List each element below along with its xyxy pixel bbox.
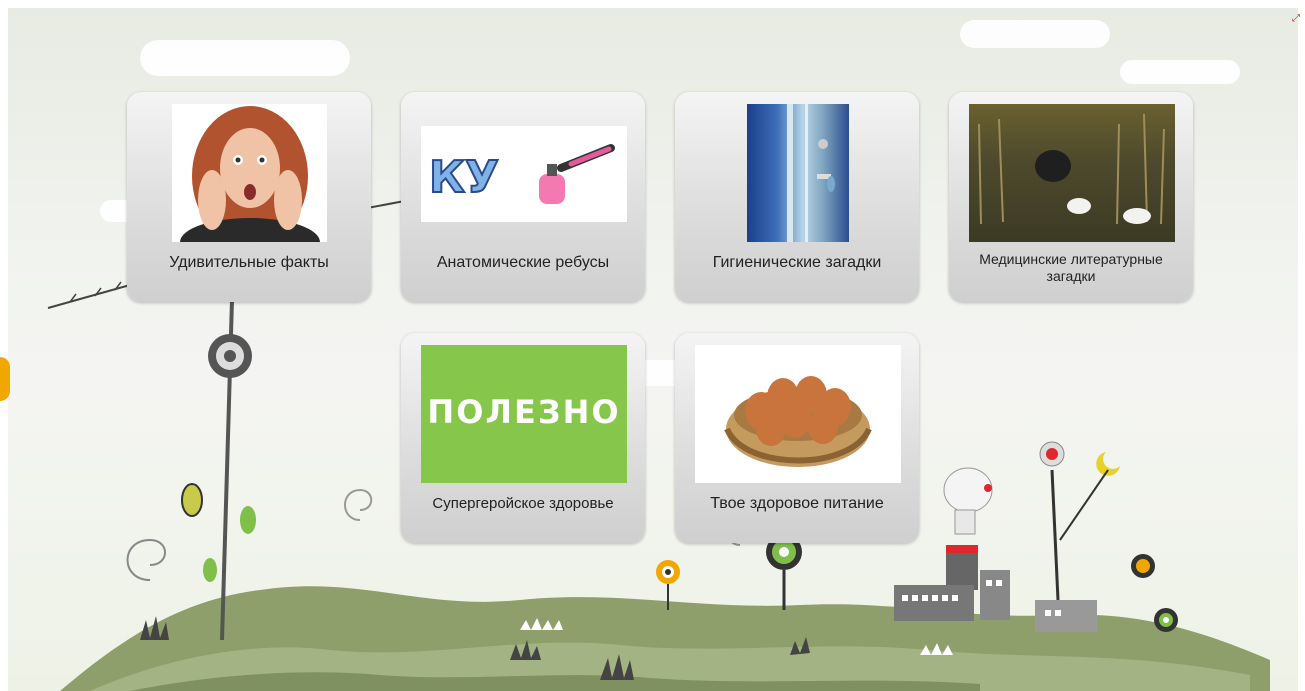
tile-label: Супергеройское здоровье [432, 495, 614, 512]
expand-icon[interactable]: ⤢ [1292, 14, 1302, 24]
tile-medical-literary-riddles[interactable]: Медицинские литературные загадки [949, 92, 1193, 302]
tile-label: Твое здоровое питание [710, 495, 884, 512]
rebus-image: КУ [421, 126, 627, 222]
tile-label: Анатомические ребусы [436, 254, 610, 271]
eggs-basket-image [695, 345, 901, 483]
tile-anatomical-rebuses[interactable]: КУ Анатомические ребусы [401, 92, 645, 302]
useful-card-image: ПОЛЕЗНО [421, 345, 627, 483]
tile-amazing-facts[interactable]: Удивительные факты [127, 92, 371, 302]
tile-label: Медицинские литературные загадки [979, 251, 1163, 284]
useful-card-text: ПОЛЕЗНО [427, 393, 621, 431]
surprised-woman-image [172, 104, 327, 242]
tile-healthy-food[interactable]: Твое здоровое питание [675, 333, 919, 543]
tile-label: Удивительные факты [169, 254, 329, 271]
tile-superhero-health[interactable]: ПОЛЕЗНО Супергеройское здоровье [401, 333, 645, 543]
game-screen: ⤢ Удивительные факты КУ Анатомические ре… [0, 0, 1305, 691]
tile-label: Гигиенические загадки [712, 254, 882, 271]
tile-hygiene-riddles[interactable]: Гигиенические загадки [675, 92, 919, 302]
side-tab[interactable] [0, 357, 10, 401]
rebus-letters: КУ [429, 152, 499, 203]
swamp-scene-image [969, 104, 1175, 242]
shower-image [747, 104, 849, 242]
